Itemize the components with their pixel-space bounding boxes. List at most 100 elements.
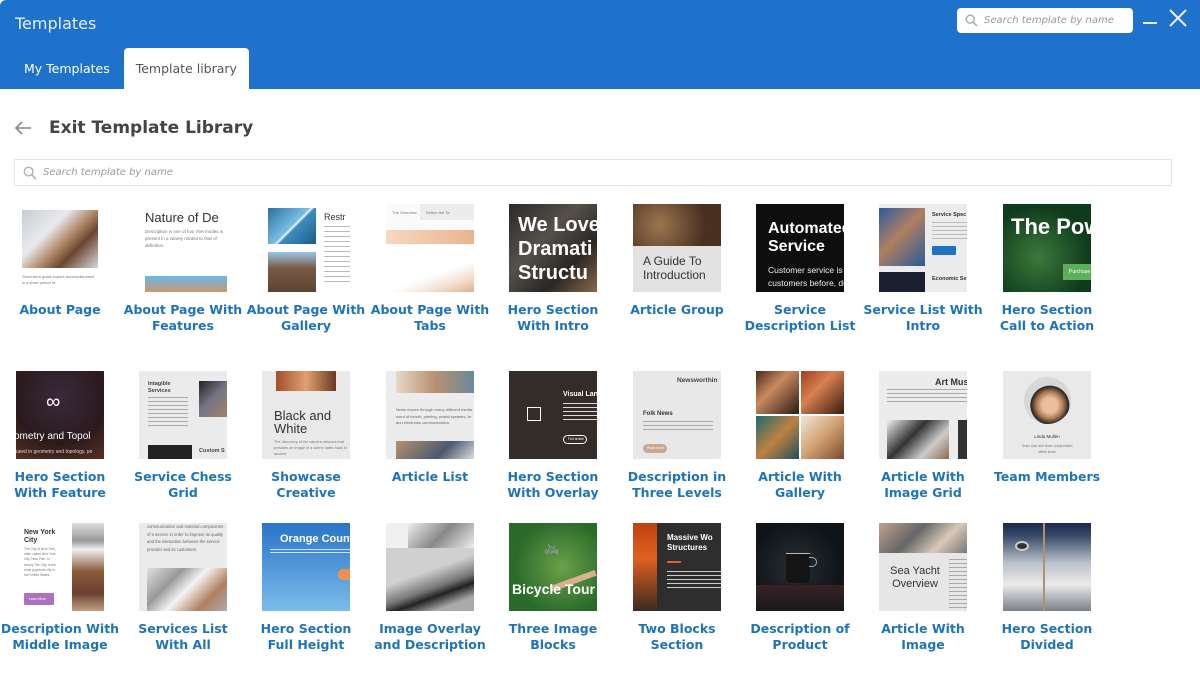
template-thumbnail[interactable]: The Pow Purchase [1003,204,1091,292]
template-name[interactable]: Hero Section Call to Action [987,302,1107,334]
template-card[interactable]: Nature of De Description is one of four … [123,204,246,334]
template-thumbnail[interactable]: Orange Count [262,523,350,611]
template-name[interactable]: Two Blocks Section [617,621,737,653]
template-card[interactable]: The Overview Define the Sc About Page Wi… [370,204,493,334]
tab-my-templates[interactable]: My Templates [12,48,122,89]
template-name[interactable]: Service List With Intro [863,302,983,334]
thumb-text: Read more [647,446,665,450]
template-thumbnail[interactable]: Nature of De Description is one of four … [139,204,227,292]
template-thumbnail[interactable]: Art Mus [879,371,967,459]
minimize-button[interactable] [1141,6,1161,30]
template-name[interactable]: Hero Section With Intro [493,302,613,334]
template-name[interactable]: Team Members [987,469,1107,485]
close-button[interactable] [1168,6,1188,30]
template-name[interactable]: Hero Section With Feature [0,469,120,501]
thumb-text: Art Mus [935,377,967,387]
thumb-text: Intagible Services [148,381,171,394]
template-search-input[interactable] [43,167,643,178]
template-name[interactable]: Article With Gallery [740,469,860,501]
template-thumbnail[interactable]: Linda Mullen Team size and team composit… [1003,371,1091,459]
template-card[interactable]: Description of Product [740,523,863,653]
template-thumbnail[interactable]: News moves through many different media,… [386,371,474,459]
template-name[interactable]: About Page With Gallery [246,302,366,334]
exit-template-library-link[interactable]: Exit Template Library [14,118,253,138]
template-card[interactable]: Service Spec Economic Se Service List Wit… [863,204,986,334]
template-card[interactable]: 🚲 Bicycle Tour Three Image Blocks [493,523,616,653]
image-placeholder-icon [527,407,541,421]
template-name[interactable]: Services List With All [123,621,243,653]
template-card[interactable]: Linda Mullen Team size and team composit… [987,371,1110,485]
template-name[interactable]: Description of Product [740,621,860,653]
header-search-box[interactable] [957,8,1133,33]
template-card[interactable]: Sea Yacht Overview Article With Image [863,523,986,653]
template-name[interactable]: Three Image Blocks [493,621,613,653]
template-card[interactable]: Orange Count Hero Section Full Height [246,523,369,653]
avatar [1024,377,1071,424]
template-card[interactable]: Short-term goals expect accomplishment i… [0,204,123,318]
template-card[interactable]: Automated Service Customer service is t … [740,204,863,334]
template-card[interactable]: Image Overlay and Description [370,523,493,653]
template-thumbnail[interactable]: Intagible Services Custom S [139,371,227,459]
template-card[interactable]: Restr About Page With Gallery [246,204,369,334]
thumb-text: Short-term goals expect accomplishment i… [22,274,95,285]
template-thumbnail[interactable] [386,523,474,611]
template-thumbnail[interactable]: Short-term goals expect accomplishment i… [16,204,104,292]
template-name[interactable]: Hero Section With Overlay [493,469,613,501]
template-card[interactable]: Art Mus Article With Image Grid [863,371,986,501]
template-name[interactable]: About Page [0,302,120,318]
tab-template-library[interactable]: Template library [123,48,249,89]
template-thumbnail[interactable]: New York City The City of New York, ofte… [16,523,104,611]
template-name[interactable]: Description With Middle Image [0,621,120,653]
template-search-box[interactable] [14,159,1172,186]
template-thumbnail[interactable]: Massive Wo Structures [633,523,721,611]
template-thumbnail[interactable]: communication and material components of… [139,523,227,611]
template-card[interactable]: New York City The City of New York, ofte… [0,523,123,653]
template-thumbnail[interactable]: Sea Yacht Overview [879,523,967,611]
template-card[interactable]: Massive Wo Structures Two Blocks Section [617,523,740,653]
template-card[interactable]: Intagible Services Custom S Service Chess… [123,371,246,501]
template-name[interactable]: About Page With Features [123,302,243,334]
template-card[interactable]: Newsworthin Folk News Read more Descripti… [617,371,740,501]
search-icon [23,166,37,180]
template-name[interactable]: Hero Section Divided [987,621,1107,653]
template-card[interactable]: We Love Dramati Structu Hero Section With… [493,204,616,334]
template-name[interactable]: Hero Section Full Height [246,621,366,653]
thumb-text: We Love Dramati Structu [518,214,597,284]
template-name[interactable]: Service Chess Grid [123,469,243,501]
template-thumbnail[interactable] [756,523,844,611]
template-name[interactable]: Image Overlay and Description [370,621,490,653]
template-thumbnail[interactable]: Newsworthin Folk News Read more [633,371,721,459]
template-card[interactable]: Hero Section Divided [987,523,1110,653]
template-name[interactable]: Article With Image [863,621,983,653]
template-thumbnail[interactable]: Restr [262,204,350,292]
template-thumbnail[interactable]: Automated Service Customer service is t … [756,204,844,292]
template-thumbnail[interactable]: ∞ ometry and Topol used in geometry and … [16,371,104,459]
template-name[interactable]: Description in Three Levels [617,469,737,501]
minimize-icon [1143,22,1157,24]
thumb-text: Description is one of four rhet modes is… [145,229,224,248]
template-thumbnail[interactable]: 🚲 Bicycle Tour [509,523,597,611]
template-card[interactable]: Visual Lan Full article Hero Section With… [493,371,616,501]
template-thumbnail[interactable]: We Love Dramati Structu [509,204,597,292]
template-card[interactable]: ∞ ometry and Topol used in geometry and … [0,371,123,501]
template-card[interactable]: Black and White The discovery of the cam… [246,371,369,501]
template-name[interactable]: Article Group [617,302,737,318]
template-thumbnail[interactable]: Visual Lan Full article [509,371,597,459]
template-card[interactable]: Article With Gallery [740,371,863,501]
template-thumbnail[interactable] [756,371,844,459]
template-thumbnail[interactable] [1003,523,1091,611]
header-search-input[interactable] [984,15,1124,26]
template-thumbnail[interactable]: A Guide To Introduction [633,204,721,292]
template-name[interactable]: Article With Image Grid [863,469,983,501]
template-card[interactable]: The Pow Purchase Hero Section Call to Act… [987,204,1110,334]
template-name[interactable]: Showcase Creative [246,469,366,501]
template-name[interactable]: Article List [370,469,490,485]
template-name[interactable]: Service Description List [740,302,860,334]
template-card[interactable]: communication and material components of… [123,523,246,653]
template-thumbnail[interactable]: The Overview Define the Sc [386,204,474,292]
template-card[interactable]: A Guide To Introduction Article Group [617,204,740,318]
template-card[interactable]: News moves through many different media,… [370,371,493,485]
template-thumbnail[interactable]: Black and White The discovery of the cam… [262,371,350,459]
template-thumbnail[interactable]: Service Spec Economic Se [879,204,967,292]
template-name[interactable]: About Page With Tabs [370,302,490,334]
